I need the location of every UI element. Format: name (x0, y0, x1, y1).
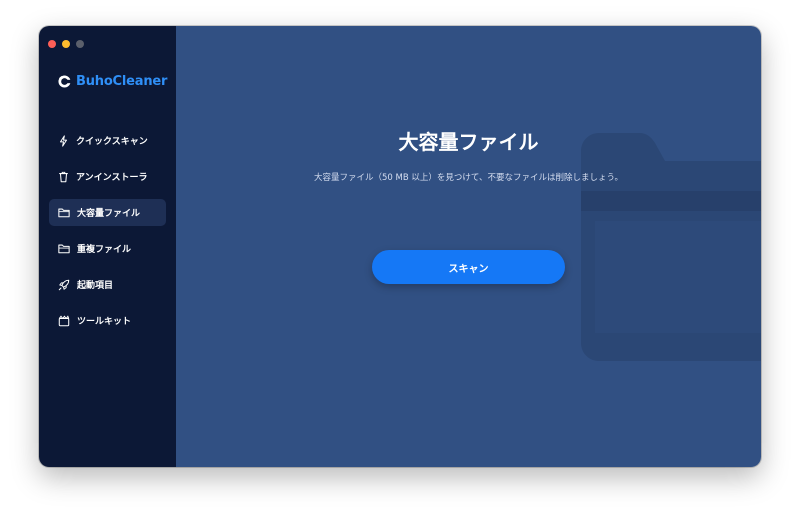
app-brand: BuhoCleaner (58, 74, 167, 89)
minimize-window-button[interactable] (62, 40, 70, 48)
sidebar-item-toolkit[interactable]: ツールキット (49, 307, 166, 334)
page-description: 大容量ファイル（50 MB 以上）を見つけて、不要なファイルは削除しましょう。 (314, 173, 623, 183)
page-title: 大容量ファイル (398, 130, 539, 154)
buho-logo-icon (58, 75, 71, 88)
rocket-icon (58, 279, 70, 290)
close-window-button[interactable] (48, 40, 56, 48)
sidebar-item-label: 重複ファイル (77, 245, 132, 255)
sidebar-item-large-files[interactable]: 大容量ファイル (49, 199, 166, 226)
folder-icon (58, 208, 70, 218)
app-window: BuhoCleaner クイックスキャン アンインストーラ 大容量ファイル 重複… (39, 26, 761, 467)
zoom-window-button[interactable] (76, 40, 84, 48)
sidebar-item-startup-items[interactable]: 起動項目 (49, 271, 166, 298)
sidebar-item-uninstaller[interactable]: アンインストーラ (49, 163, 166, 190)
sidebar-item-quick-scan[interactable]: クイックスキャン (49, 127, 166, 154)
sidebar-item-duplicate-files[interactable]: 重複ファイル (49, 235, 166, 262)
window-controls (48, 40, 84, 48)
app-name: BuhoCleaner (76, 74, 168, 89)
sidebar: BuhoCleaner クイックスキャン アンインストーラ 大容量ファイル 重複… (39, 26, 176, 467)
large-folder-icon (581, 133, 761, 361)
duplicate-folder-icon (58, 244, 70, 254)
lightning-icon (59, 134, 68, 147)
sidebar-item-label: クイックスキャン (76, 137, 148, 147)
sidebar-item-label: 起動項目 (77, 281, 114, 291)
scan-button[interactable]: スキャン (372, 250, 565, 284)
trash-icon (59, 171, 68, 182)
sidebar-item-label: アンインストーラ (76, 173, 148, 183)
sidebar-nav: クイックスキャン アンインストーラ 大容量ファイル 重複ファイル 起動項目 ツー… (49, 127, 166, 343)
main-panel: 大容量ファイル 大容量ファイル（50 MB 以上）を見つけて、不要なファイルは削… (176, 26, 761, 467)
sidebar-item-label: ツールキット (77, 317, 132, 327)
toolkit-icon (58, 314, 70, 326)
sidebar-item-label: 大容量ファイル (77, 209, 141, 219)
